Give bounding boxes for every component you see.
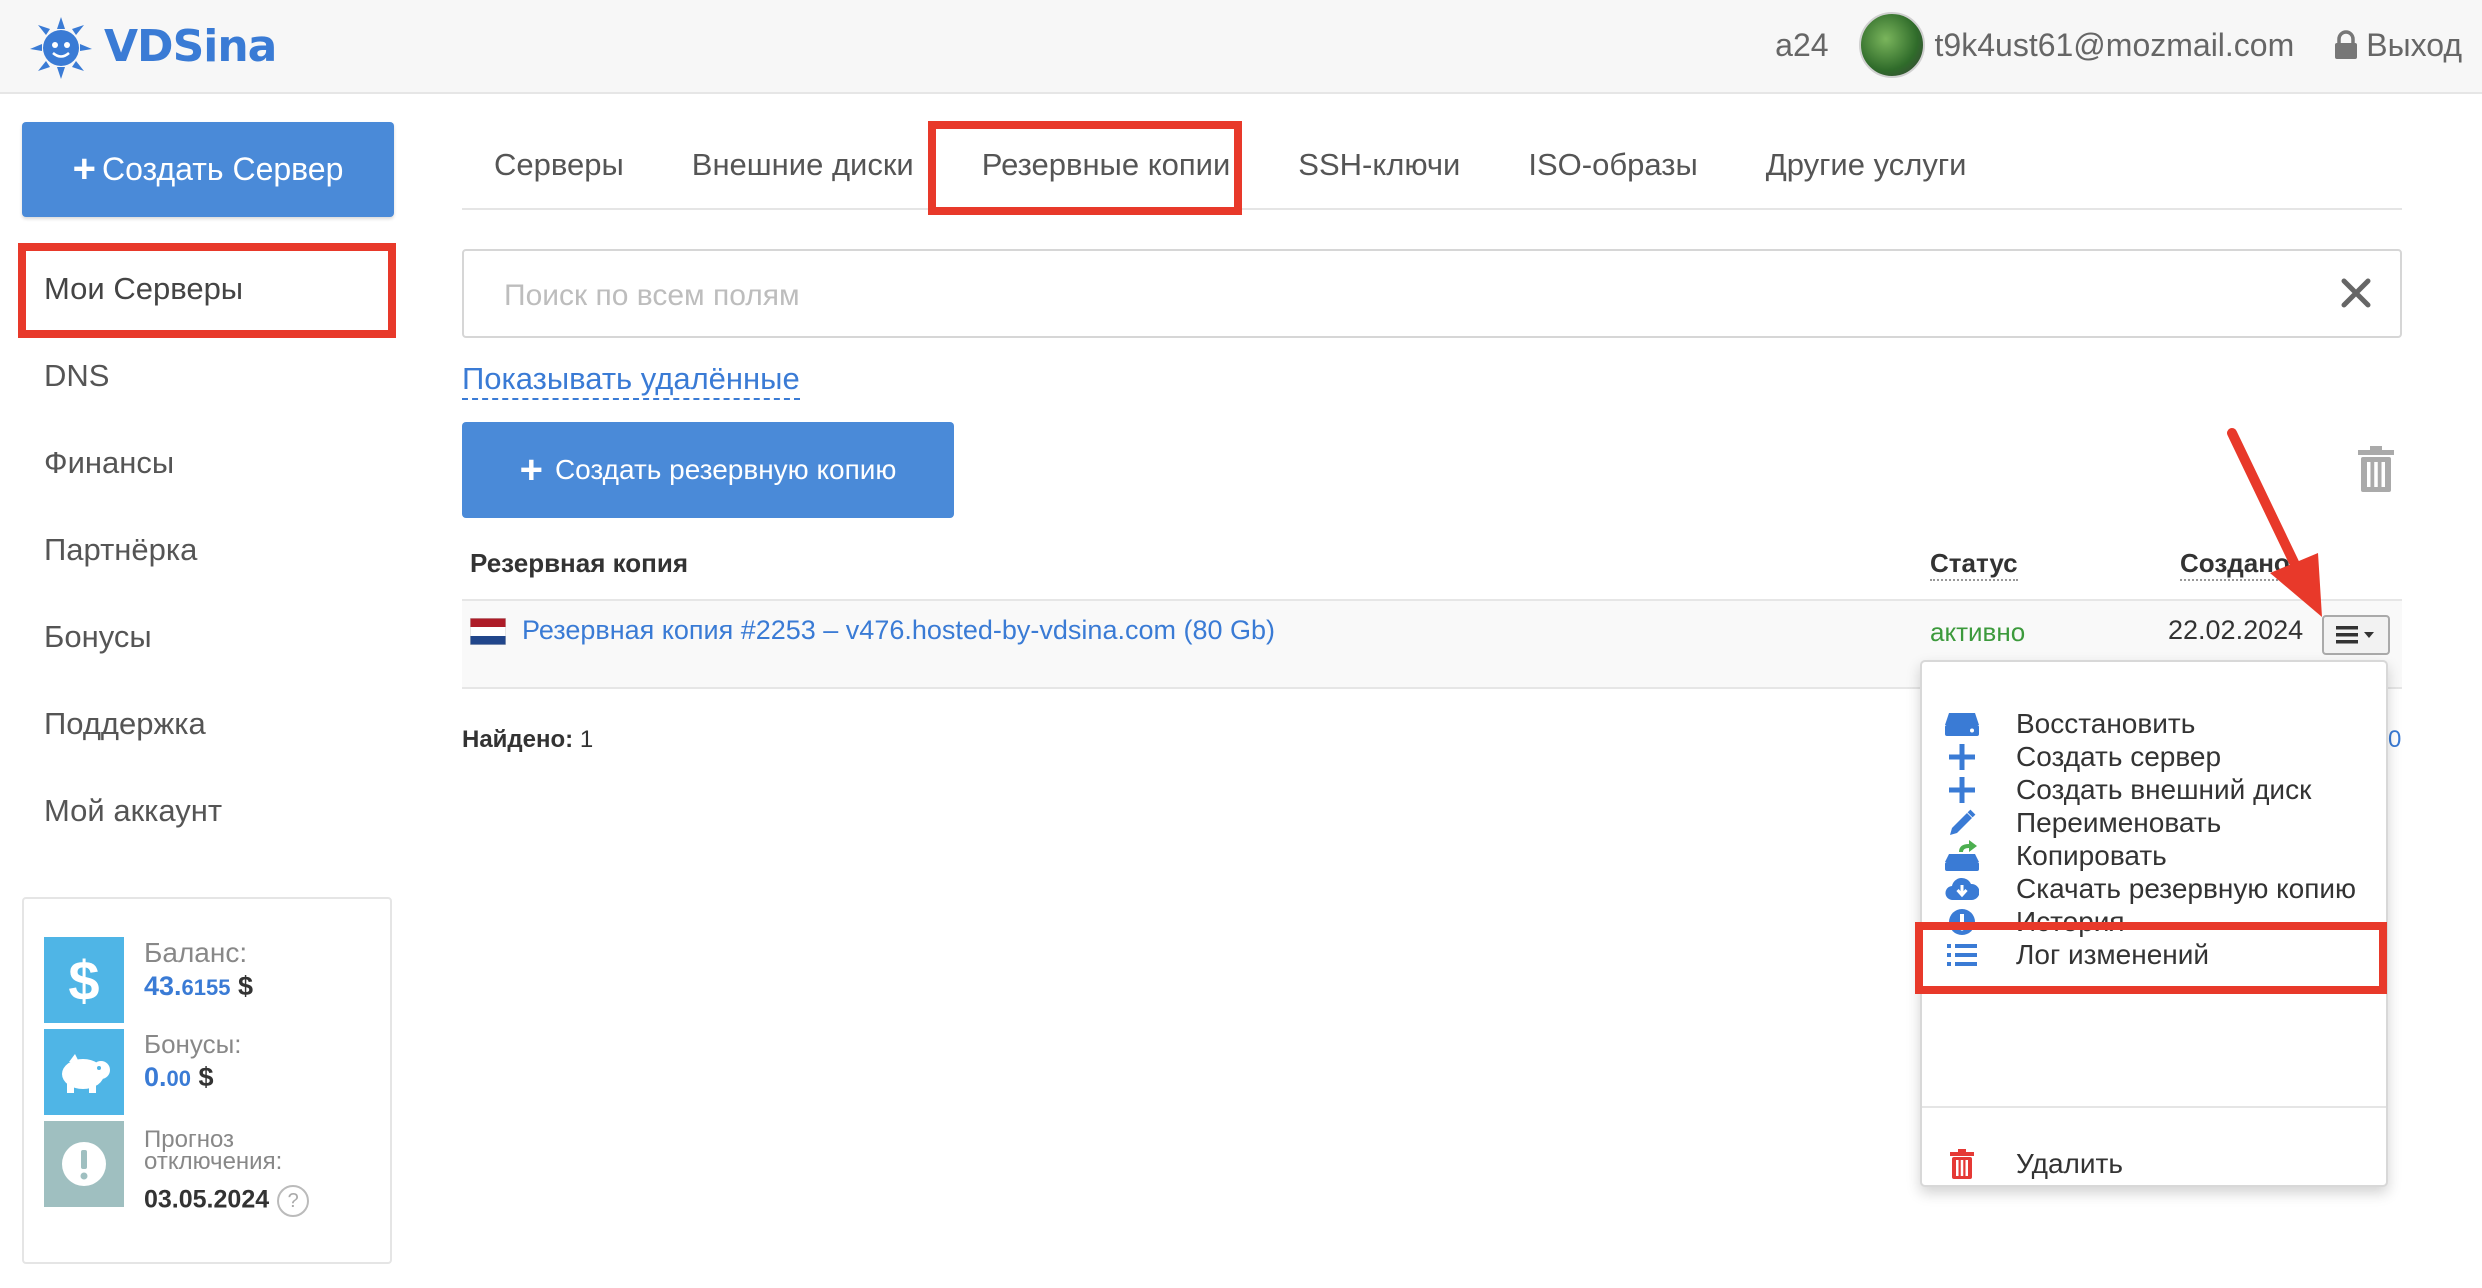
bonuses-label: Бонусы: bbox=[144, 1029, 242, 1059]
account-code: a24 bbox=[1775, 26, 1829, 63]
sidebar-item-label: DNS bbox=[44, 357, 110, 393]
highlight-backups-tab bbox=[928, 121, 1242, 215]
found-count: Найдено: 1 bbox=[462, 726, 594, 753]
tab-ssh-keys[interactable]: SSH-ключи bbox=[1298, 122, 1460, 208]
sidebar-item-label: Бонусы bbox=[44, 618, 152, 654]
sidebar-item-partners[interactable]: Партнёрка bbox=[18, 506, 394, 593]
create-server-button[interactable]: + Создать Сервер bbox=[22, 122, 394, 217]
netherlands-flag-icon bbox=[470, 618, 506, 645]
highlight-my-servers bbox=[18, 243, 396, 338]
plus-icon: + bbox=[519, 447, 543, 492]
logout-link[interactable]: Выход bbox=[2334, 27, 2462, 64]
search-input[interactable] bbox=[502, 271, 2206, 321]
pager-fragment[interactable]: 0 bbox=[2388, 726, 2401, 754]
tab-iso-images[interactable]: ISO-образы bbox=[1528, 122, 1697, 208]
search-box bbox=[462, 249, 2402, 338]
logo[interactable]: VDSina bbox=[28, 10, 277, 82]
lock-icon bbox=[2335, 30, 2358, 59]
column-header-status[interactable]: Статус bbox=[1930, 548, 2018, 581]
avatar[interactable] bbox=[1858, 12, 1925, 78]
sidebar-item-my-account[interactable]: Мой аккаунт bbox=[18, 767, 394, 854]
forecast-date: 03.05.2024? bbox=[144, 1185, 310, 1217]
highlight-download-backup bbox=[1915, 922, 2387, 994]
warning-icon bbox=[44, 1121, 124, 1207]
create-server-label: Создать Сервер bbox=[101, 151, 344, 187]
tab-external-disks[interactable]: Внешние диски bbox=[692, 122, 914, 208]
clear-search-icon[interactable] bbox=[2338, 275, 2374, 311]
sidebar-item-bonuses[interactable]: Бонусы bbox=[18, 593, 394, 680]
dollar-icon: $ bbox=[44, 937, 124, 1023]
bonuses-row: Бонусы: 0.00 $ bbox=[44, 1029, 374, 1115]
create-backup-label: Создать резервную копию bbox=[554, 454, 897, 485]
forecast-row: Прогноз отключения: 03.05.2024? bbox=[44, 1121, 374, 1217]
logo-icon bbox=[30, 17, 92, 79]
plus-icon: + bbox=[72, 147, 96, 191]
column-header-backup[interactable]: Резервная копия bbox=[470, 548, 688, 579]
user-email[interactable]: t9k4ust61@mozmail.com bbox=[1935, 27, 2295, 64]
user-area: a24 t9k4ust61@mozmail.com Выход bbox=[1775, 12, 2462, 78]
create-backup-button[interactable]: + Создать резервную копию bbox=[462, 422, 954, 518]
balance-row: $ Баланс: 43.6155 $ bbox=[44, 937, 374, 1023]
sidebar-item-finance[interactable]: Финансы bbox=[18, 419, 394, 506]
menu-item-delete[interactable]: Удалить bbox=[1922, 1138, 2386, 1190]
menu-item-label: Удалить bbox=[2016, 1148, 2123, 1179]
row-actions-button[interactable] bbox=[2322, 615, 2390, 655]
sidebar-item-label: Партнёрка bbox=[44, 531, 198, 567]
status-badge: активно bbox=[1930, 617, 2026, 647]
annotation-arrow bbox=[2227, 428, 2322, 617]
piggy-bank-icon bbox=[44, 1029, 124, 1115]
logout-label: Выход bbox=[2366, 26, 2462, 63]
tab-other-services[interactable]: Другие услуги bbox=[1766, 122, 1967, 208]
balance-panel: $ Баланс: 43.6155 $ Бонусы: 0.00 $ Прогн… bbox=[22, 897, 392, 1264]
menu-divider bbox=[1922, 1106, 2386, 1108]
tab-bar: Серверы Внешние диски Резервные копии SS… bbox=[462, 122, 2402, 210]
sidebar-item-label: Поддержка bbox=[44, 705, 206, 741]
sidebar-item-support[interactable]: Поддержка bbox=[18, 680, 394, 767]
backup-name-link[interactable]: Резервная копия #2253 – v476.hosted-by-v… bbox=[522, 615, 1275, 646]
help-icon[interactable]: ? bbox=[277, 1185, 310, 1217]
brand-name: VDSina bbox=[104, 20, 277, 72]
sidebar-item-dns[interactable]: DNS bbox=[18, 332, 394, 419]
hamburger-menu-icon bbox=[2336, 626, 2374, 644]
tab-servers[interactable]: Серверы bbox=[494, 122, 624, 208]
show-deleted-link[interactable]: Показывать удалённые bbox=[462, 360, 800, 400]
sidebar-item-label: Финансы bbox=[44, 444, 175, 480]
bonuses-value: 0.00 $ bbox=[144, 1062, 214, 1092]
forecast-label: Прогноз отключения: bbox=[144, 1126, 283, 1175]
sidebar-item-label: Мой аккаунт bbox=[44, 792, 223, 828]
balance-value: 43.6155 $ bbox=[144, 971, 254, 1001]
trash-icon[interactable] bbox=[2358, 446, 2394, 492]
balance-label: Баланс: bbox=[144, 937, 248, 968]
top-bar: VDSina a24 t9k4ust61@mozmail.com Выход bbox=[0, 0, 2482, 94]
trash-icon bbox=[1944, 1146, 1980, 1182]
